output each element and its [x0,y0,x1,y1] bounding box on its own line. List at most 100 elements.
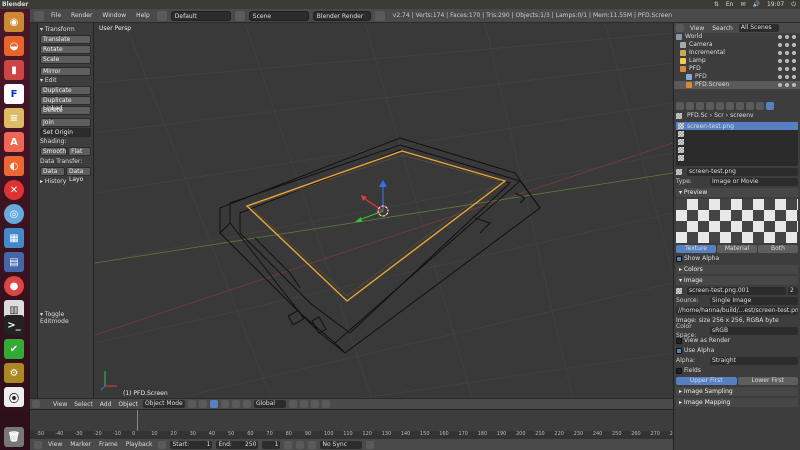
duplicate-linked-button[interactable]: Duplicate Linked [40,96,91,112]
blender-launcher-icon[interactable]: ◒ [4,36,24,56]
eye-icon[interactable] [778,75,782,79]
outliner-item[interactable]: PFD [674,73,800,81]
duplicate-button[interactable]: Duplicate [40,86,91,95]
image-name-field[interactable]: screen-test.png.001 [687,286,786,295]
scene-icon[interactable] [234,10,245,21]
alpha-dropdown[interactable]: Straight [710,356,798,365]
close-app-icon[interactable]: ✕ [4,180,24,200]
menu-frame[interactable]: Frame [97,441,120,448]
transform-panel-header[interactable]: ▾ Transform [40,26,91,34]
end-frame-field[interactable]: End: 250 [216,440,259,449]
keyboard-layout[interactable]: En [726,0,734,9]
source-dropdown[interactable]: Single Image [710,296,798,305]
files-icon[interactable]: ▮ [4,60,24,80]
cursor-icon[interactable] [785,59,789,63]
camera-icon[interactable] [792,75,796,79]
manipulator-icon[interactable] [209,400,218,408]
rotate-button[interactable]: Rotate [40,45,91,54]
menu-file[interactable]: File [48,12,64,19]
constraints-tab-icon[interactable] [726,101,734,110]
pivot-icon[interactable] [198,400,207,408]
flat-button[interactable]: Flat [68,147,91,156]
texture-slot-active[interactable]: screen-test.png [676,122,798,130]
render-engine-dropdown[interactable]: Blender Render [312,10,371,21]
show-alpha-checkbox[interactable] [676,255,682,262]
x-manipulator-axis[interactable] [364,198,384,212]
keying-icon[interactable] [366,440,375,449]
texture-tab-icon[interactable] [766,101,774,110]
menu-playback[interactable]: Playback [124,441,155,448]
object-tab-icon[interactable] [716,101,724,110]
texture-slot-empty[interactable] [676,130,798,138]
layout-icon[interactable] [156,10,167,21]
texture-slot-empty[interactable] [676,138,798,146]
menu-select[interactable]: Select [72,401,95,408]
colors-panel-header[interactable]: ▸ Colors [676,265,798,274]
editor-type-icon[interactable] [34,10,44,21]
layer-icon[interactable] [288,400,297,408]
history-panel-header[interactable]: ▸ History [40,178,91,186]
orientation-dropdown[interactable]: Global [253,400,286,408]
display-mode-dropdown[interactable]: All Scenes [738,24,779,32]
set-origin-dropdown[interactable]: Set Origin [40,128,91,137]
menu-object[interactable]: Object [116,401,140,408]
camera-icon[interactable] [792,43,796,47]
outliner-item[interactable]: Camera [674,41,800,49]
view-as-render-checkbox[interactable] [676,337,682,344]
render-tab-icon[interactable] [676,101,684,110]
translate-icon[interactable] [220,400,229,408]
camera-icon[interactable] [792,67,796,71]
both-tab[interactable]: Both [758,245,798,253]
checklist-icon[interactable]: ✔ [4,339,24,359]
shading-icon[interactable] [187,400,196,408]
texture-name-field[interactable]: screen-test.png [687,167,798,176]
menu-help[interactable]: Help [133,12,153,19]
firefox-icon[interactable]: ◐ [4,156,24,176]
current-frame-field[interactable]: 1 [262,440,281,449]
type-dropdown[interactable]: Image or Movie [710,177,798,186]
font-viewer-icon[interactable]: F [4,84,24,104]
outliner-item[interactable]: PFD.Screen [674,81,800,89]
modifiers-tab-icon[interactable] [736,101,744,110]
start-frame-field[interactable]: Start: 1 [170,440,213,449]
texture-slot-list[interactable]: screen-test.png [676,122,798,166]
texture-slot-empty[interactable] [676,154,798,162]
trash-icon[interactable]: 🗑 [4,427,24,447]
eye-icon[interactable] [778,59,782,63]
layer-icon[interactable] [299,400,308,408]
layers-tab-icon[interactable] [686,101,694,110]
menu-search[interactable]: Search [710,25,735,32]
rotate-icon[interactable] [231,400,240,408]
outliner-item[interactable]: PFD [674,65,800,73]
preview-panel-header[interactable]: ▾ Preview [676,188,798,197]
editor-type-icon[interactable] [676,24,684,32]
text-editor-icon[interactable]: ≡ [4,108,24,128]
timeline-editor[interactable]: -50 -40 -30 -20 -10 0 10 20 30 40 50 60 70 80 90 100 110… [30,409,679,440]
material-tab[interactable]: Material [717,245,757,253]
cursor-icon[interactable] [785,51,789,55]
outliner-item[interactable]: World [674,33,800,41]
menu-marker[interactable]: Marker [68,441,93,448]
clock[interactable]: 19:07 [767,0,784,9]
network-icon[interactable]: ⇅ [714,0,719,9]
mirror-button[interactable]: Mirror [40,67,91,76]
delete-button[interactable]: Delete [40,106,91,115]
chromium-icon[interactable]: ◎ [4,204,24,224]
play-icon[interactable] [296,440,305,449]
menu-view[interactable]: View [51,401,69,408]
scale-icon[interactable] [242,400,251,408]
cursor-icon[interactable] [785,83,789,87]
image-sampling-panel-header[interactable]: ▸ Image Sampling [676,387,798,396]
cursor-icon[interactable] [785,67,789,71]
menu-view[interactable]: View [688,25,706,32]
data-layers-button[interactable]: Data Layo [66,167,91,183]
toggle-editmode-header[interactable]: ▾ Toggle Editmode [40,311,93,325]
image-mapping-panel-header[interactable]: ▸ Image Mapping [676,398,798,407]
volume-icon[interactable]: 🔊 [752,0,759,9]
color-space-dropdown[interactable]: sRGB [710,326,798,335]
cursor-icon[interactable] [785,75,789,79]
jump-start-icon[interactable] [284,440,293,449]
outliner-item[interactable]: Incremental [674,49,800,57]
cursor-icon[interactable] [785,43,789,47]
fields-checkbox[interactable] [676,367,682,374]
